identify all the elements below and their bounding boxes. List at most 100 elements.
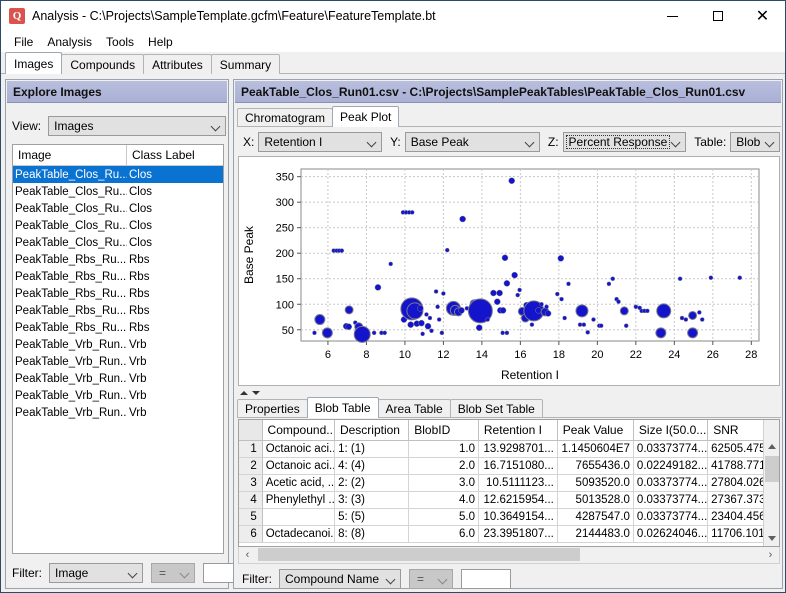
tab-blob-set-table[interactable]: Blob Set Table bbox=[449, 399, 543, 418]
tab-chromatogram[interactable]: Chromatogram bbox=[237, 108, 334, 127]
images-filter-label: Filter: bbox=[12, 566, 42, 580]
class-label-cell: Vrb bbox=[129, 338, 147, 351]
view-select[interactable]: Images bbox=[48, 116, 227, 136]
scroll-up-button[interactable] bbox=[764, 438, 779, 454]
triangle-up-icon bbox=[768, 443, 776, 449]
window-controls: ✕ bbox=[650, 1, 785, 31]
table-select[interactable]: Blob bbox=[730, 132, 780, 152]
tab-compounds[interactable]: Compounds bbox=[61, 54, 145, 74]
data-tab-bar: Properties Blob Table Area Table Blob Se… bbox=[237, 397, 781, 418]
table-row[interactable]: 2 Octanoic aci... 4: (4) 2.0 16.7151080... 76… bbox=[239, 458, 764, 475]
minimize-button[interactable] bbox=[650, 1, 695, 31]
close-button[interactable]: ✕ bbox=[740, 1, 785, 31]
table-cell: 27804.026 bbox=[708, 475, 764, 492]
chevron-down-icon bbox=[366, 137, 377, 148]
image-list-row[interactable]: PeakTable_Vrb_Run... Vrb bbox=[13, 387, 223, 404]
image-list-row[interactable]: PeakTable_Rbs_Ru... Rbs bbox=[13, 268, 223, 285]
table-vertical-scrollbar[interactable] bbox=[763, 420, 779, 546]
blob-filter-field-select[interactable]: Compound Name bbox=[279, 569, 401, 589]
image-list-row[interactable]: PeakTable_Clos_Ru... Clos bbox=[13, 166, 223, 183]
peak-table-title: PeakTable_Clos_Run01.csv - C:\Projects\S… bbox=[235, 81, 781, 103]
column-header-image[interactable]: Image bbox=[13, 145, 127, 165]
tab-peak-plot[interactable]: Peak Plot bbox=[332, 106, 400, 127]
menu-analysis[interactable]: Analysis bbox=[40, 33, 99, 51]
blob-filter-operator-select[interactable]: = bbox=[409, 569, 453, 589]
title-bar: Q Analysis - C:\Projects\SampleTemplate.… bbox=[1, 1, 785, 31]
table-cell: 0.02249182... bbox=[633, 458, 709, 475]
menu-tools[interactable]: Tools bbox=[99, 33, 141, 51]
table-cell: 1.1450604E7 bbox=[557, 441, 634, 458]
svg-text:6: 6 bbox=[325, 349, 331, 361]
table-row[interactable]: 4 Phenylethyl ... 3: (3) 4.0 12.6215954... 50… bbox=[239, 492, 764, 509]
blob-data-table[interactable]: Compound... Description BlobID Retention IP… bbox=[238, 419, 780, 547]
image-list-row[interactable]: PeakTable_Rbs_Ru... Rbs bbox=[13, 285, 223, 302]
close-icon: ✕ bbox=[755, 6, 770, 25]
chevron-down-icon bbox=[437, 574, 448, 585]
image-list-row[interactable]: PeakTable_Vrb_Run... Vrb bbox=[13, 370, 223, 387]
image-list-row[interactable]: PeakTable_Vrb_Run... Vrb bbox=[13, 404, 223, 421]
table-cell: 23.3951807... bbox=[479, 526, 558, 543]
blob-column-header[interactable]: Compound... bbox=[262, 420, 335, 440]
blob-filter-field-value: Compound Name bbox=[285, 572, 380, 586]
table-horizontal-scrollbar[interactable]: ‹ › bbox=[238, 547, 780, 564]
class-label-cell: Rbs bbox=[129, 287, 150, 300]
image-list-row[interactable]: PeakTable_Rbs_Ru... Rbs bbox=[13, 319, 223, 336]
z-axis-select[interactable]: Percent Response bbox=[562, 132, 687, 152]
image-list-row[interactable]: PeakTable_Clos_Ru... Clos bbox=[13, 183, 223, 200]
class-label-cell: Clos bbox=[129, 168, 153, 181]
column-header-class-label[interactable]: Class Label bbox=[127, 145, 223, 165]
y-axis-select[interactable]: Base Peak bbox=[404, 132, 540, 152]
tab-area-table[interactable]: Area Table bbox=[377, 399, 451, 418]
scroll-right-button[interactable]: › bbox=[762, 547, 779, 562]
tab-images[interactable]: Images bbox=[5, 52, 63, 74]
x-axis-select[interactable]: Retention I bbox=[258, 132, 383, 152]
table-row[interactable]: 3 Acetic acid, ... 2: (2) 3.0 10.5111123... 5… bbox=[239, 475, 764, 492]
images-filter-field-select[interactable]: Image bbox=[49, 563, 143, 583]
class-label-cell: Rbs bbox=[129, 253, 150, 266]
blob-column-header[interactable]: Peak Value bbox=[557, 420, 634, 440]
blob-column-header[interactable] bbox=[239, 420, 263, 440]
image-list-row[interactable]: PeakTable_Vrb_Run... Vrb bbox=[13, 353, 223, 370]
blob-column-header[interactable]: BlobID bbox=[409, 420, 479, 440]
maximize-button[interactable] bbox=[695, 1, 740, 31]
scroll-down-button[interactable] bbox=[764, 530, 779, 546]
table-row[interactable]: 6 Octadecanoi... 8: (8) 6.0 23.3951807... 214… bbox=[239, 526, 764, 543]
table-select-value: Blob bbox=[736, 135, 761, 149]
tab-blob-table[interactable]: Blob Table bbox=[306, 397, 379, 418]
table-cell: 7655436.0 bbox=[557, 458, 634, 475]
image-list-row[interactable]: PeakTable_Clos_Ru... Clos bbox=[13, 200, 223, 217]
image-list-row[interactable]: PeakTable_Vrb_Run... Vrb bbox=[13, 336, 223, 353]
class-label-cell: Vrb bbox=[129, 372, 147, 385]
table-cell bbox=[262, 509, 336, 526]
peak-plot-chart[interactable]: 50 100 150 200 250 300 350 6 8 10 12 14 16 18 20 22 24 26… bbox=[238, 156, 780, 386]
blob-column-header[interactable]: Description bbox=[334, 420, 410, 440]
horizontal-scroll-thumb[interactable] bbox=[258, 548, 580, 561]
peak-table-panel: PeakTable_Clos_Run01.csv - C:\Projects\S… bbox=[233, 79, 783, 589]
images-filter-operator-select[interactable]: = bbox=[151, 563, 195, 583]
svg-text:Base Peak: Base Peak bbox=[242, 225, 256, 284]
table-cell: 12.6215954... bbox=[479, 492, 558, 509]
vertical-scroll-thumb[interactable] bbox=[765, 456, 779, 482]
tab-summary[interactable]: Summary bbox=[210, 54, 281, 74]
image-list-row[interactable]: PeakTable_Clos_Ru... Clos bbox=[13, 217, 223, 234]
table-row[interactable]: 1 Octanoic aci... 1: (1) 1.0 13.9298701... 1.… bbox=[239, 441, 764, 458]
blob-filter-label: Filter: bbox=[242, 572, 272, 586]
splitter-up-icon[interactable] bbox=[240, 391, 248, 395]
blob-column-header[interactable]: SNR bbox=[708, 420, 765, 440]
image-list-row[interactable]: PeakTable_Rbs_Ru... Rbs bbox=[13, 251, 223, 268]
blob-column-header[interactable]: Retention I bbox=[478, 420, 558, 440]
menu-file[interactable]: File bbox=[7, 33, 40, 51]
tab-attributes[interactable]: Attributes bbox=[143, 54, 212, 74]
blob-filter-value-input[interactable] bbox=[461, 569, 511, 589]
scroll-left-button[interactable]: ‹ bbox=[239, 547, 256, 562]
tab-properties[interactable]: Properties bbox=[237, 399, 308, 418]
table-row[interactable]: 5 5: (5) 5.0 10.3649154... 4287547.0 0.033737… bbox=[239, 509, 764, 526]
chevron-down-icon bbox=[385, 574, 396, 585]
image-list-row[interactable]: PeakTable_Clos_Ru... Clos bbox=[13, 234, 223, 251]
splitter-down-icon[interactable] bbox=[252, 391, 260, 395]
image-list-row[interactable]: PeakTable_Rbs_Ru... Rbs bbox=[13, 302, 223, 319]
images-table[interactable]: Image Class Label PeakTable_Clos_Ru... Cl… bbox=[12, 144, 224, 554]
table-cell: Acetic acid, ... bbox=[262, 475, 336, 492]
blob-column-header[interactable]: Size I(50.0... bbox=[633, 420, 709, 440]
menu-help[interactable]: Help bbox=[141, 33, 180, 51]
